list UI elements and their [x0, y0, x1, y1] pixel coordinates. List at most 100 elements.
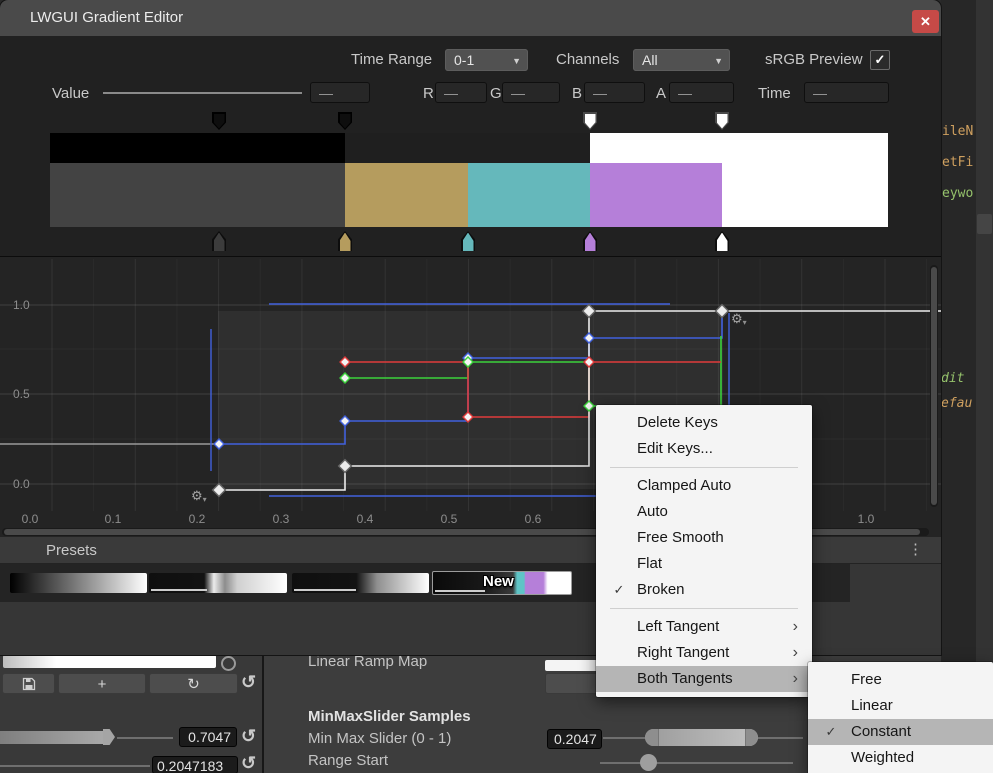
preset-swatch[interactable] — [149, 573, 287, 593]
slider-fill[interactable] — [0, 731, 104, 744]
range-handle[interactable] — [640, 754, 657, 771]
gradient-color-segment — [722, 163, 888, 227]
gradient-alpha-segment — [345, 133, 590, 163]
submenu-arrow-icon: › — [793, 666, 798, 692]
menu-item-label: Auto — [637, 499, 668, 525]
menu-separator — [610, 467, 798, 468]
color-key-marker[interactable] — [715, 231, 729, 251]
color-key-marker[interactable] — [338, 231, 352, 251]
vertical-scrollbar[interactable] — [930, 265, 938, 507]
code-scrollbar-track[interactable] — [976, 0, 993, 773]
kebab-menu-icon[interactable]: ⋮ — [908, 540, 923, 558]
menu-item-delete-keys[interactable]: Delete Keys — [596, 410, 812, 436]
undo-icon[interactable]: ↺ — [241, 726, 256, 747]
menu-item-constant[interactable]: ✓ Constant — [808, 719, 993, 745]
preset-swatch[interactable]: New — [432, 571, 572, 595]
alpha-key-marker-fill — [214, 114, 225, 129]
slider-track[interactable] — [0, 765, 150, 767]
gradient-color-segment — [50, 163, 345, 227]
code-editor-strip: ileNetFieywoditefau — [941, 0, 993, 773]
ramp-preview-bar[interactable] — [3, 655, 216, 668]
slider-track[interactable] — [117, 737, 173, 739]
y-axis-tick: 0.0 — [13, 477, 30, 491]
refresh-button[interactable]: ↻ — [149, 673, 238, 694]
menu-item-edit-keys[interactable]: Edit Keys... — [596, 436, 812, 462]
curve-options-gear-icon[interactable]: ⚙▾ — [731, 311, 747, 327]
circle-icon — [221, 656, 236, 671]
menu-item-clamped-auto[interactable]: Clamped Auto — [596, 473, 812, 499]
menu-item-left-tangent[interactable]: Left Tangent› — [596, 614, 812, 640]
color-key-marker-fill — [717, 233, 728, 253]
submenu-arrow-icon: › — [793, 640, 798, 666]
title-bar[interactable]: LWGUI Gradient Editor ✕ — [0, 0, 941, 36]
slider-value-field[interactable]: 0.7047 — [179, 727, 237, 747]
menu-item-flat[interactable]: Flat — [596, 551, 812, 577]
chevron-down-icon: ▾ — [203, 495, 207, 504]
curve-options-gear-icon[interactable]: ⚙▾ — [191, 488, 207, 504]
new-preset-badge: New — [483, 573, 514, 590]
alpha-key-marker[interactable] — [715, 112, 729, 130]
menu-item-broken[interactable]: ✓Broken — [596, 577, 812, 603]
preset-swatch[interactable] — [292, 573, 429, 593]
code-scrollbar-thumb[interactable] — [977, 214, 992, 234]
alpha-key-marker[interactable] — [338, 112, 352, 130]
menu-item-free-smooth[interactable]: Free Smooth — [596, 525, 812, 551]
vertical-scrollbar-thumb[interactable] — [931, 267, 937, 505]
preset-swatch[interactable] — [10, 573, 147, 593]
undo-icon[interactable]: ↺ — [241, 672, 256, 693]
add-button[interactable]: + — [58, 673, 146, 694]
gradient-strip[interactable] — [0, 36, 941, 256]
minmax-left-handle[interactable] — [645, 729, 659, 746]
color-key-marker[interactable] — [583, 231, 597, 251]
both-tangents-submenu: FreeLinear ✓ ConstantWeighted — [808, 662, 993, 773]
x-axis-tick: 0.3 — [273, 512, 290, 526]
menu-check-icon: ✓ — [606, 577, 632, 603]
menu-item-right-tangent[interactable]: Right Tangent› — [596, 640, 812, 666]
menu-item-linear[interactable]: Linear — [808, 693, 993, 719]
color-key-marker-fill — [463, 233, 474, 253]
menu-item-auto[interactable]: Auto — [596, 499, 812, 525]
close-button[interactable]: ✕ — [912, 10, 939, 33]
minmax-range-bar[interactable] — [645, 729, 758, 746]
slider-value-field[interactable]: 0.2047183 — [152, 756, 238, 773]
code-token: efau — [941, 396, 972, 411]
alpha-key-marker-fill — [717, 114, 728, 129]
window-title: LWGUI Gradient Editor — [30, 9, 183, 26]
menu-item-weighted[interactable]: Weighted — [808, 745, 993, 771]
minmax-value-field[interactable]: 0.2047 — [547, 729, 602, 749]
color-key-marker[interactable] — [212, 231, 226, 251]
x-axis-tick: 0.1 — [105, 512, 122, 526]
menu-item-label: Both Tangents — [637, 666, 733, 692]
alpha-key-marker[interactable] — [583, 112, 597, 130]
range-track[interactable] — [600, 762, 793, 764]
presets-title: Presets — [46, 542, 97, 559]
gradient-alpha-segment — [590, 133, 888, 163]
y-axis-tick: 0.5 — [13, 387, 30, 401]
tangent-context-menu: Delete KeysEdit Keys...Clamped AutoAutoF… — [596, 405, 812, 697]
menu-item-both-tangents[interactable]: Both Tangents › — [596, 666, 812, 692]
menu-check-icon: ✓ — [818, 719, 844, 745]
menu-item-label: Free — [851, 667, 882, 693]
menu-item-label: Constant — [851, 719, 911, 745]
code-token: ileN — [942, 124, 973, 139]
submenu-arrow-icon: › — [793, 614, 798, 640]
menu-item-label: Delete Keys — [637, 410, 718, 436]
x-axis-tick: 0.2 — [189, 512, 206, 526]
save-icon — [22, 677, 36, 691]
y-axis-tick: 1.0 — [13, 298, 30, 312]
save-button[interactable] — [2, 673, 55, 694]
minmax-right-handle[interactable] — [745, 729, 758, 746]
undo-icon[interactable]: ↺ — [241, 753, 256, 773]
menu-item-label: Linear — [851, 693, 893, 719]
code-token: etFi — [942, 155, 973, 170]
refresh-icon: ↻ — [187, 676, 200, 693]
gradient-color-segment — [590, 163, 722, 227]
color-key-marker[interactable] — [461, 231, 475, 251]
alpha-key-marker[interactable] — [212, 112, 226, 130]
menu-item-free[interactable]: Free — [808, 667, 993, 693]
menu-item-label: Edit Keys... — [637, 436, 713, 462]
color-key-marker-fill — [585, 233, 596, 253]
gradient-color-segment — [345, 163, 468, 227]
gradient-alpha-segment — [50, 133, 345, 163]
gear-icon: ⚙ — [731, 311, 743, 326]
